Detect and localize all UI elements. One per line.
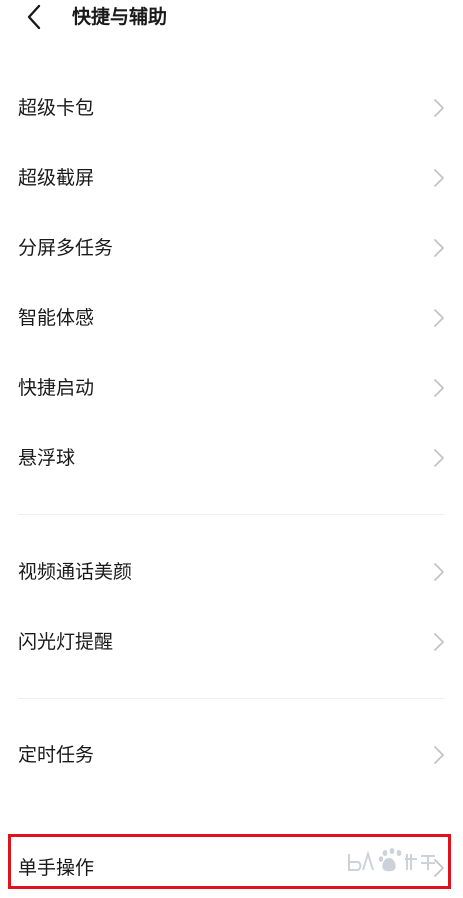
chevron-left-icon (27, 4, 41, 30)
menu-item-label: 超级卡包 (18, 97, 95, 119)
chevron-right-icon (434, 309, 444, 327)
menu-item-super-card-pack[interactable]: 超级卡包 (0, 78, 463, 138)
chevron-right-icon (434, 99, 444, 117)
chevron-right-icon (434, 563, 444, 581)
menu-item-label: 智能体感 (18, 307, 95, 329)
menu-item-video-call-beauty[interactable]: 视频通话美颜 (0, 542, 463, 602)
section-divider (18, 698, 445, 699)
menu-item-scheduled-tasks[interactable]: 定时任务 (0, 725, 463, 785)
menu-item-super-screenshot[interactable]: 超级截屏 (0, 148, 463, 208)
menu-item-label: 闪光灯提醒 (18, 631, 114, 653)
menu-item-floating-ball[interactable]: 悬浮球 (0, 428, 463, 488)
menu-item-label: 单手操作 (18, 857, 95, 879)
menu-item-label: 悬浮球 (18, 447, 76, 469)
menu-item-label: 超级截屏 (18, 167, 95, 189)
menu-item-quick-launch[interactable]: 快捷启动 (0, 358, 463, 418)
chevron-right-icon (434, 633, 444, 651)
menu-item-label: 定时任务 (18, 744, 95, 766)
chevron-right-icon (434, 169, 444, 187)
menu-item-flash-alert[interactable]: 闪光灯提醒 (0, 612, 463, 672)
chevron-right-icon (434, 449, 444, 467)
menu-item-smart-motion[interactable]: 智能体感 (0, 288, 463, 348)
section-divider (18, 514, 445, 515)
top-bar: 快捷与辅助 (0, 0, 463, 38)
page-title: 快捷与辅助 (72, 6, 168, 28)
menu-item-label: 快捷启动 (18, 377, 95, 399)
menu-item-label: 视频通话美颜 (18, 561, 133, 583)
chevron-right-icon (434, 379, 444, 397)
back-button[interactable] (22, 4, 48, 30)
menu-item-split-screen-multitask[interactable]: 分屏多任务 (0, 218, 463, 278)
chevron-right-icon (434, 239, 444, 257)
menu-item-label: 分屏多任务 (18, 237, 114, 259)
chevron-right-icon (434, 746, 444, 764)
menu-item-one-handed-mode[interactable]: 单手操作 (0, 838, 463, 898)
chevron-right-icon (434, 859, 444, 877)
